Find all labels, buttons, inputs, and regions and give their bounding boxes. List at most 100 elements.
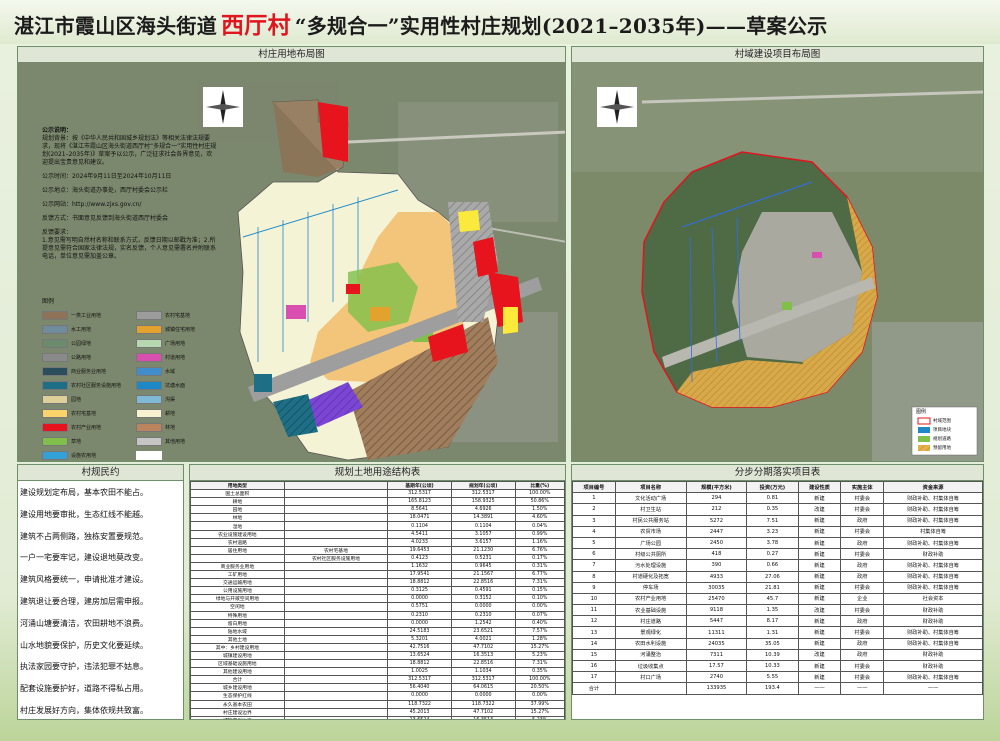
table-row: 村庄建设边界 45.2013 47.7102 15.27%	[190, 707, 565, 717]
table-cell: 社会资本	[883, 592, 983, 606]
table-cell: 7.51	[746, 514, 799, 527]
table-cell: 5.55	[746, 671, 799, 684]
table-cell: 19.6453	[387, 545, 452, 555]
table-cell: 0.1104	[450, 521, 516, 531]
table-cell: 100.00%	[514, 675, 565, 685]
legend-swatch	[42, 436, 68, 446]
table-cell: 133935	[685, 682, 748, 695]
table-cell	[283, 707, 389, 717]
table-cell: 新建	[797, 492, 842, 505]
legend-item: 农村社区服务设施用地	[42, 380, 128, 390]
table-cell: 5447	[685, 615, 748, 628]
table-row: 2 村卫生站 212 0.35 改建 村委会 财政补助、村集体自筹	[572, 503, 983, 516]
table-row: 3 村民公共服务站 5272 7.51 新建 政府 财政补助、村集体自筹	[572, 514, 983, 527]
table-cell: 财政补助	[883, 615, 983, 628]
table-cell: 1.28%	[514, 634, 565, 644]
table-header-cell: 规划年(公顷)	[450, 480, 516, 491]
table-cell: 村庄建设边界	[190, 707, 285, 717]
table-cell: 村委会	[840, 492, 885, 505]
table-cell: 17	[572, 671, 616, 684]
table-cell	[283, 537, 389, 547]
table-cell: 50.86%	[514, 497, 565, 507]
table-row: 城乡建设用地 56.4040 64.0615 20.50%	[190, 683, 565, 693]
legend-item: 广场用地	[136, 338, 222, 348]
table-cell: 17.57	[685, 659, 748, 673]
table-cell: 35.05	[746, 637, 799, 650]
table-cell: 64.0615	[450, 683, 516, 693]
table-cell: 2740	[685, 671, 748, 684]
table-cell: 居住用地	[190, 545, 285, 555]
project-map-panel: 村域建设项目布局图 图例 村域范围 项目地块 规划道路 预留用地	[571, 46, 984, 462]
table-cell: 村民公共服务站	[614, 514, 687, 527]
table-cell: 财政补助、村集体自筹	[883, 536, 983, 550]
table-cell: 0.00%	[514, 602, 565, 612]
table-cell: 0.4123	[387, 553, 452, 563]
table-cell: 0.0000	[450, 602, 516, 612]
legend-item: 林地	[136, 422, 222, 432]
legend-label: 耕地	[165, 410, 176, 417]
table-cell: 财政补助	[883, 648, 983, 662]
table-row: 其中：乡村建设用地 42.7516 47.7102 15.27%	[190, 642, 565, 652]
table-cell: 商业服务业用地	[190, 561, 285, 572]
table-cell: 47.7102	[450, 642, 516, 652]
table-cell: 22.8516	[450, 578, 516, 588]
table-cell: 财政补助、村集体自筹	[883, 514, 983, 527]
table-cell: 新建	[797, 525, 842, 538]
table-cell: 18.0471	[387, 513, 452, 523]
table-cell: 新建	[797, 637, 842, 650]
table-cell: 4.5411	[387, 529, 452, 539]
notice-website[interactable]: 公示网站：http://www.zjxs.gov.cn/	[42, 201, 217, 209]
table-cell: 3.1057	[450, 529, 516, 539]
legend-swatch	[42, 450, 68, 460]
table-cell: 农村产业用地	[614, 592, 687, 606]
pledge-line: 建设用地要审批，生态红线不能越。	[20, 509, 148, 519]
legend-label: 商业服务业用地	[71, 368, 107, 375]
table-cell: 8	[572, 570, 616, 583]
legend-label: 农村社区服务设施用地	[71, 382, 122, 389]
table-cell: 河涌整治	[614, 648, 687, 662]
table-cell: 312.5317	[387, 675, 452, 685]
table-cell: 村委会	[840, 659, 885, 673]
table-cell: 10.33	[746, 659, 799, 673]
pledge-line: 河涌山塘要清洁，农田耕地不浪费。	[20, 618, 148, 628]
land-use-table: 用地类型 基期年(公顷) 规划年(公顷) 比重(%) 国土总面积 312.5317 312.…	[190, 480, 565, 719]
table-row: 农业设施建设用地 4.5411 3.1057 0.99%	[190, 529, 565, 539]
table-cell: 财政补助、村集体自筹	[883, 570, 983, 583]
legend-item: 坑塘水面	[136, 380, 222, 390]
table-cell: 村委会	[840, 548, 885, 561]
legend-label: 林地	[165, 424, 176, 431]
table-cell: 垃圾收集点	[614, 659, 687, 673]
notice-notes-title: 反馈要求：	[42, 229, 73, 236]
table-cell: 118.7322	[450, 699, 516, 709]
table-cell: 7.57%	[514, 626, 565, 636]
table-cell: 其他土地	[190, 634, 285, 644]
table-cell: 0.1104	[387, 521, 452, 531]
notice-title: 公示说明：	[42, 127, 73, 134]
table-row: 永久基本农田 118.7322 118.7322 37.99%	[190, 699, 565, 709]
table-cell: 11	[572, 604, 616, 617]
table-cell: 留白用地	[190, 618, 285, 628]
table-cell: 5.3201	[387, 634, 452, 644]
project-legend-item: 规划道路	[933, 437, 951, 442]
table-cell: 0.31%	[514, 561, 565, 572]
legend-item: 村道用地	[136, 352, 222, 362]
legend-swatch	[42, 352, 68, 362]
table-row: 湿地 0.1104 0.1104 0.04%	[190, 521, 565, 531]
table-cell: 村卫生站	[614, 503, 687, 516]
table-cell: 村集体自筹	[883, 525, 983, 538]
land-use-map-panel: 村庄用地布局图 公示说明： 规划背景：按《中华人民共和国城乡规划法》等相关法律法…	[17, 46, 566, 462]
table-row: 15 河涌整治 7311 10.39 改建 政府 财政补助	[572, 648, 983, 662]
table-cell: 1.31	[746, 626, 799, 639]
table-row: 13 景观绿化 11311 1.31 新建 村委会 财政补助、村集体自筹	[572, 626, 983, 639]
table-header-cell: 资金来源	[883, 480, 983, 494]
legend-label: 农村宅基地	[71, 410, 97, 417]
legend-item: 商业服务业用地	[42, 366, 128, 376]
table-cell: 14	[572, 637, 616, 650]
table-cell: 新建	[797, 559, 842, 572]
table-cell: 1.50%	[514, 505, 565, 515]
table-cell: 18.8812	[387, 659, 452, 669]
table-row: 合计 133935 193.4 —— —— ——	[572, 682, 983, 695]
legend-label: 农村产业用地	[71, 424, 102, 431]
header-banner: 湛江市霞山区海头街道 西厅村 “多规合一”实用性村庄规划(2021–2035年)——…	[0, 0, 1000, 44]
legend-label: 设施农用地	[71, 452, 97, 459]
